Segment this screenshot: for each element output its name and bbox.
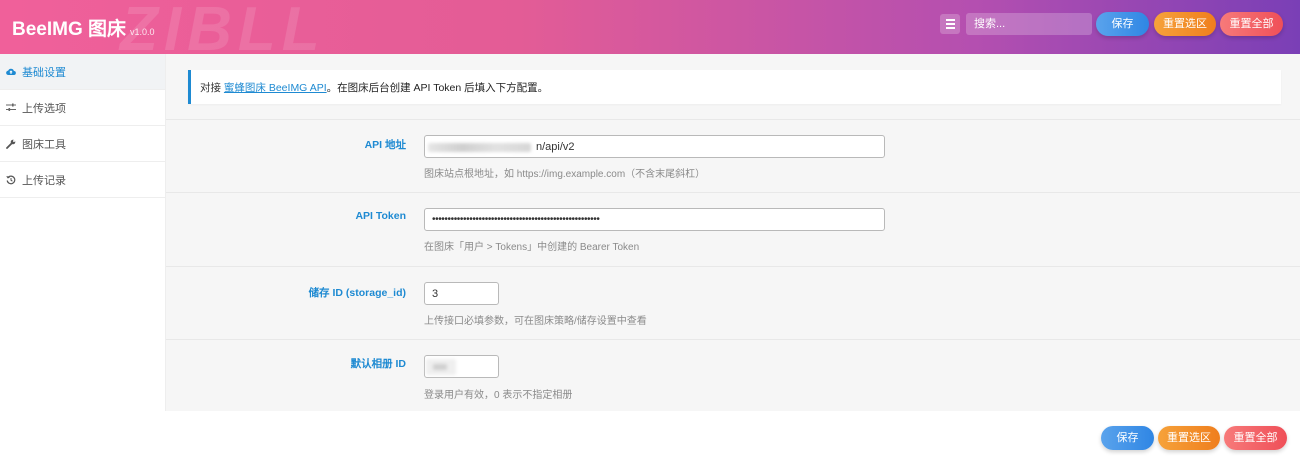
top-header: ZIBLL BeeIMG 图床v1.0.0 保存 重置选区 重置全部 <box>0 0 1300 54</box>
settings-panel: 对接 蜜蜂图床 BeeIMG API。在图床后台创建 API Token 后填入… <box>166 54 1300 411</box>
menu-icon[interactable] <box>940 14 960 34</box>
redacted-url-blur <box>428 143 531 152</box>
header-reset-section-button[interactable]: 重置选区 <box>1154 12 1216 36</box>
storage-id-input[interactable] <box>424 282 499 305</box>
sidebar-item-basic-settings[interactable]: 基础设置 <box>0 54 165 90</box>
beeimg-api-link[interactable]: 蜜蜂图床 BeeIMG API <box>224 82 327 94</box>
field-default-album-id: 默认相册 ID 登录用户有效，0 表示不指定相册 <box>166 339 1300 411</box>
brand-name: BeeIMG 图床 <box>12 19 127 40</box>
brand-title: BeeIMG 图床 v1.0.0 <box>12 14 155 41</box>
field-description: 图床站点根地址，如 https://img.example.com（不含末尾斜杠… <box>424 169 706 180</box>
field-label: 默认相册 ID <box>350 358 406 370</box>
field-description: 上传接口必填参数，可在图床策略/储存设置中查看 <box>424 316 647 327</box>
sidebar-item-image-tools[interactable]: 图床工具 <box>0 126 165 162</box>
field-label: API 地址 <box>364 139 406 151</box>
sidebar-item-upload-options[interactable]: 上传选项 <box>0 90 165 126</box>
sidebar-item-upload-history[interactable]: 上传记录 <box>0 162 165 198</box>
search-input[interactable] <box>966 13 1092 35</box>
field-label: API Token <box>355 210 406 222</box>
info-notice: 对接 蜜蜂图床 BeeIMG API。在图床后台创建 API Token 后填入… <box>188 70 1281 104</box>
field-description: 登录用户有效，0 表示不指定相册 <box>424 390 573 401</box>
sidebar: 基础设置 上传选项 图床工具 上传记录 <box>0 54 166 411</box>
sliders-icon <box>6 103 16 113</box>
version-label: v1.0.0 <box>130 27 155 37</box>
field-api-token: API Token 在图床「用户 > Tokens」中创建的 Bearer To… <box>166 192 1300 266</box>
notice-prefix: 对接 <box>200 82 224 94</box>
field-label: 储存 ID (storage_id) <box>308 287 406 299</box>
history-icon <box>6 175 16 185</box>
api-token-input[interactable] <box>424 208 885 231</box>
sidebar-item-label: 上传选项 <box>22 102 66 115</box>
field-description: 在图床「用户 > Tokens」中创建的 Bearer Token <box>424 242 640 253</box>
header-reset-all-button[interactable]: 重置全部 <box>1220 12 1283 36</box>
footer-actions: 保存 重置选区 重置全部 <box>0 411 1300 462</box>
cloud-upload-icon <box>6 67 16 77</box>
footer-reset-section-button[interactable]: 重置选区 <box>1158 426 1220 450</box>
notice-suffix: 。在图床后台创建 API Token 后填入下方配置。 <box>326 82 549 94</box>
sidebar-item-label: 基础设置 <box>22 66 66 79</box>
footer-save-button[interactable]: 保存 <box>1101 426 1154 450</box>
field-storage-id: 储存 ID (storage_id) 上传接口必填参数，可在图床策略/储存设置中… <box>166 266 1300 339</box>
footer-reset-all-button[interactable]: 重置全部 <box>1224 426 1287 450</box>
sidebar-item-label: 图床工具 <box>22 138 66 151</box>
header-save-button[interactable]: 保存 <box>1096 12 1149 36</box>
field-api-url: API 地址 图床站点根地址，如 https://img.example.com… <box>166 119 1300 192</box>
wrench-icon <box>6 139 16 149</box>
sidebar-item-label: 上传记录 <box>22 174 66 187</box>
redacted-album-value <box>433 364 447 370</box>
